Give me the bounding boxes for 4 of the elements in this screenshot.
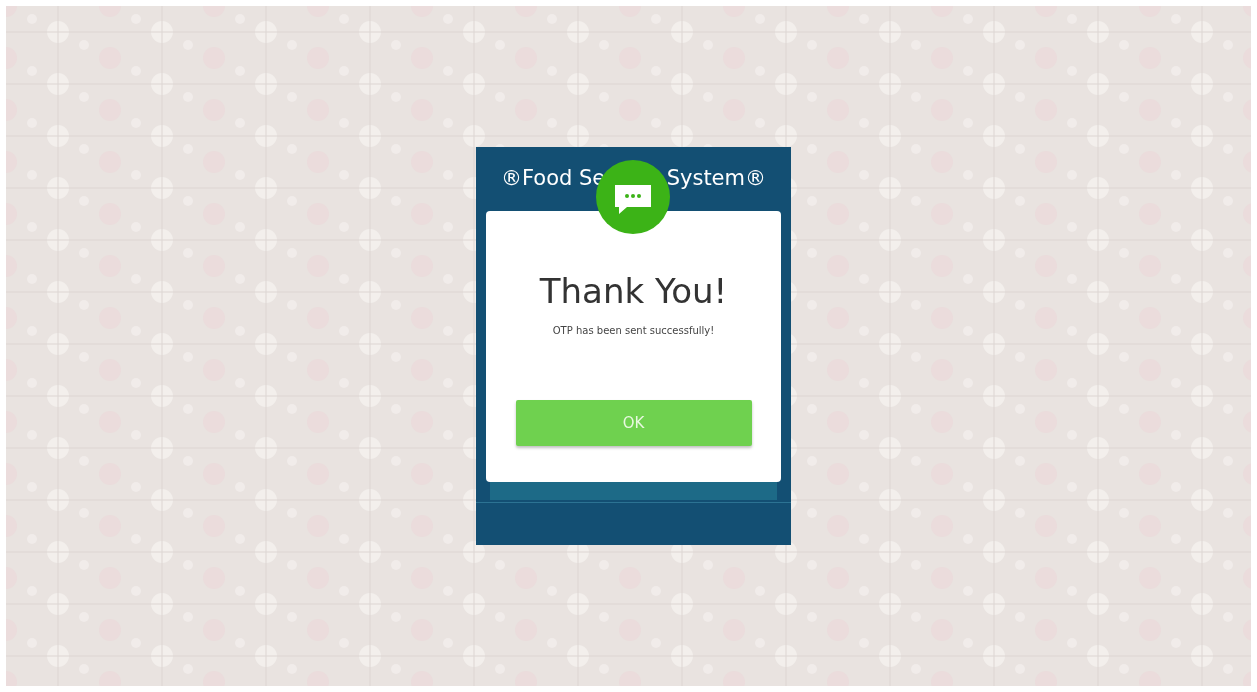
dialog-message: OTP has been sent successfully!: [552, 324, 715, 338]
app-title: System®: [666, 165, 766, 193]
ok-button[interactable]: OK: [515, 400, 752, 446]
dialog-title: Thank You!: [539, 270, 728, 313]
